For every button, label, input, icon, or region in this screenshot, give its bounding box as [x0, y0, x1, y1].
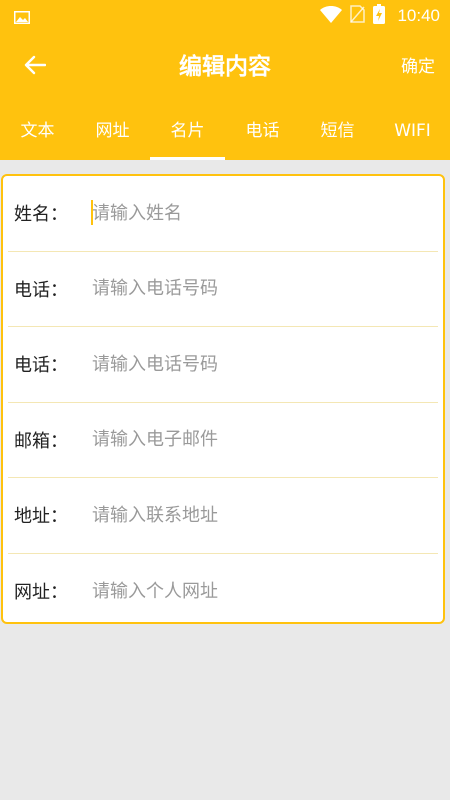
header: 10:40 编辑内容 确定 文本 网址 名片 电话 短信 WIFI	[0, 0, 450, 160]
phone-label: 电话：	[14, 279, 68, 301]
tab-url[interactable]: 网址	[75, 102, 150, 160]
website-label: 网址：	[14, 582, 68, 604]
form-row-phone-1: 电话：	[8, 252, 438, 327]
phone-input-2[interactable]	[90, 344, 438, 385]
tab-label: 名片	[170, 121, 205, 141]
text-caret	[91, 200, 93, 225]
tab-label: 短信	[320, 121, 355, 141]
name-input[interactable]	[90, 193, 438, 234]
tab-wifi[interactable]: WIFI	[375, 102, 450, 160]
tab-label: WIFI	[394, 121, 431, 141]
form-row-website: 网址：	[8, 554, 438, 630]
form-row-name: 姓名：	[8, 176, 438, 252]
status-time: 10:40	[397, 6, 440, 25]
tab-label: 电话	[245, 121, 280, 141]
email-input[interactable]	[90, 419, 438, 460]
app-bar: 编辑内容 确定	[0, 32, 450, 102]
confirm-button[interactable]: 确定	[401, 54, 435, 80]
tab-text[interactable]: 文本	[0, 102, 75, 160]
tab-business-card[interactable]: 名片	[150, 102, 225, 160]
wifi-icon	[320, 5, 343, 27]
address-input[interactable]	[90, 495, 438, 536]
form-row-phone-2: 电话：	[8, 327, 438, 403]
website-input[interactable]	[90, 571, 438, 612]
battery-charging-icon	[373, 4, 386, 28]
email-label: 邮箱：	[14, 430, 68, 452]
business-card-form: 姓名： 电话： 电话： 邮箱： 地址： 网址：	[1, 174, 445, 624]
form-row-address: 地址：	[8, 478, 438, 554]
tab-label: 文本	[20, 121, 55, 141]
arrow-left-icon	[24, 55, 47, 79]
back-button[interactable]	[14, 46, 56, 88]
page-title: 编辑内容	[179, 54, 271, 80]
name-label: 姓名：	[14, 204, 68, 226]
tab-phone[interactable]: 电话	[225, 102, 300, 160]
address-label: 地址：	[14, 506, 68, 528]
phone-input-1[interactable]	[90, 268, 438, 309]
status-bar: 10:40	[0, 0, 450, 32]
tab-label: 网址	[95, 121, 130, 141]
phone-label: 电话：	[14, 355, 68, 377]
no-sim-icon	[350, 5, 366, 27]
status-icons: 10:40	[320, 4, 440, 28]
tab-sms[interactable]: 短信	[300, 102, 375, 160]
tab-active-indicator	[150, 157, 225, 160]
gallery-icon	[14, 9, 30, 24]
tab-bar: 文本 网址 名片 电话 短信 WIFI	[0, 102, 450, 160]
form-row-email: 邮箱：	[8, 403, 438, 478]
